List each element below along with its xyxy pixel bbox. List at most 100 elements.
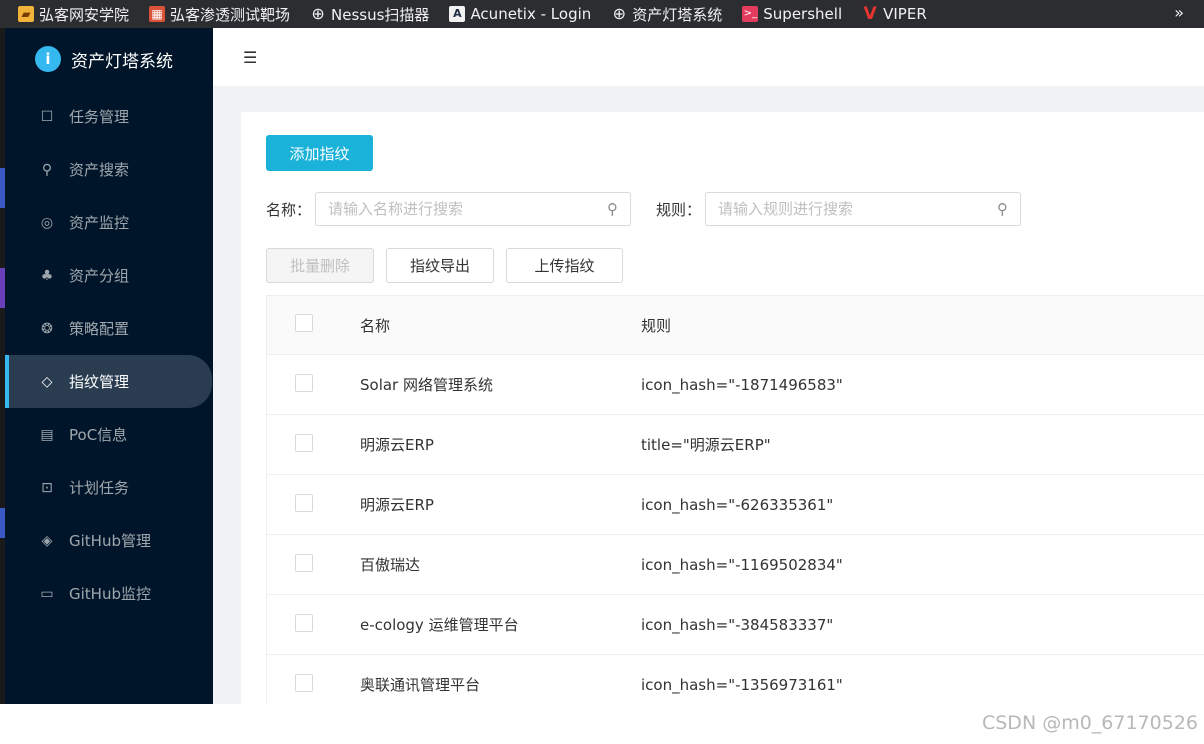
sidebar-item-asset-group[interactable]: ♣ 资产分组	[5, 249, 213, 302]
row-checkbox[interactable]	[295, 493, 313, 512]
globe-icon: ⊕	[311, 4, 325, 23]
lighthouse-icon: i	[35, 46, 61, 72]
app-title: 资产灯塔系统	[71, 51, 173, 72]
add-fingerprint-button[interactable]: 添加指纹	[266, 135, 373, 171]
sidebar-item-label: PoC信息	[69, 426, 128, 444]
sidebar-item-label: GitHub监控	[69, 585, 151, 603]
document-icon: ▤	[40, 426, 54, 443]
calendar-icon: ☐	[40, 108, 54, 125]
table-row: 明源云ERP title="明源云ERP"	[266, 415, 1204, 475]
table-row: Solar 网络管理系统 icon_hash="-1871496583"	[266, 355, 1204, 415]
row-name: 奥联通讯管理平台	[360, 676, 481, 694]
row-checkbox[interactable]	[295, 433, 313, 452]
table-header: 名称 规则	[266, 295, 1204, 355]
search-icon[interactable]: ⚲	[607, 200, 618, 218]
sidebar-item-label: GitHub管理	[69, 532, 151, 550]
bookmark-label: 资产灯塔系统	[632, 5, 723, 24]
action-row: 批量删除 指纹导出 上传指纹	[266, 248, 635, 283]
column-header-rule: 规则	[641, 316, 672, 335]
bookmark-label: 弘客网安学院	[39, 5, 130, 24]
row-name: 百傲瑞达	[360, 556, 421, 574]
app-logo[interactable]: i 资产灯塔系统	[5, 28, 213, 90]
bookmark-supershell[interactable]: >_ Supershell	[742, 5, 842, 23]
fingerprint-table: 名称 规则 Solar 网络管理系统 icon_hash="-187149658…	[266, 295, 1204, 715]
row-rule: icon_hash="-1169502834"	[641, 555, 843, 574]
bookmark-label: Supershell	[763, 5, 843, 23]
more-bookmarks-icon[interactable]: »	[1174, 3, 1184, 22]
bottom-strip: CSDN @m0_67170526	[0, 704, 1204, 744]
fingerprint-card: 添加指纹 名称： ⚲ 规则： ⚲ 批量删除 指纹导出 上传指纹	[241, 112, 1204, 715]
table-row: 明源云ERP icon_hash="-626335361"	[266, 475, 1204, 535]
red-box-icon: ▦	[149, 6, 166, 22]
folder-icon: ▰	[18, 6, 34, 22]
bookmark-label: Nessus扫描器	[331, 5, 430, 24]
row-name: Solar 网络管理系统	[360, 376, 493, 394]
sidebar-menu: ☐ 任务管理 ⚲ 资产搜索 ◎ 资产监控 ♣ 资产分组 ❂ 策略配置 ◇ 指纹管…	[5, 90, 213, 620]
rule-search-box[interactable]: ⚲	[705, 192, 1022, 226]
cluster-icon: ♣	[40, 267, 54, 284]
sidebar-item-label: 策略配置	[69, 320, 130, 338]
bookmark-lighthouse[interactable]: ⊕ 资产灯塔系统	[611, 4, 723, 25]
sidebar-item-label: 资产监控	[69, 214, 130, 232]
search-icon[interactable]: ⚲	[997, 200, 1008, 218]
upload-fingerprint-button[interactable]: 上传指纹	[506, 248, 623, 283]
search-icon: ⚲	[41, 161, 53, 178]
row-rule: icon_hash="-1356973161"	[641, 675, 843, 694]
rule-search-input[interactable]	[718, 200, 969, 218]
row-checkbox[interactable]	[295, 553, 313, 572]
sidebar-item-tasks[interactable]: ☐ 任务管理	[5, 90, 213, 143]
name-search-input[interactable]	[328, 200, 579, 218]
sidebar-item-asset-search[interactable]: ⚲ 资产搜索	[5, 143, 213, 196]
sidebar-item-asset-monitor[interactable]: ◎ 资产监控	[5, 196, 213, 249]
sidebar-item-label: 任务管理	[69, 108, 130, 126]
acunetix-icon: A	[449, 6, 466, 22]
table-row: e-cology 运维管理平台 icon_hash="-384583337"	[266, 595, 1204, 655]
top-header: ☰	[213, 28, 1204, 86]
sidebar-item-fingerprint[interactable]: ◇ 指纹管理	[5, 355, 212, 408]
bookmark-hongke-range[interactable]: ▦ 弘客渗透测试靶场	[149, 4, 290, 25]
sidebar-item-label: 资产分组	[69, 267, 130, 285]
row-checkbox[interactable]	[295, 373, 313, 392]
menu-fold-icon[interactable]: ☰	[243, 48, 257, 67]
sidebar-item-policy[interactable]: ❂ 策略配置	[5, 302, 213, 355]
bookmark-viper[interactable]: V VIPER	[862, 5, 927, 23]
export-fingerprint-button[interactable]: 指纹导出	[386, 248, 494, 283]
rule-search-label: 规则：	[656, 200, 702, 219]
viper-icon: V	[863, 4, 877, 24]
search-row: 名称： ⚲ 规则： ⚲	[266, 192, 1046, 226]
sidebar-item-label: 资产搜索	[69, 161, 130, 179]
column-header-name: 名称	[360, 316, 391, 335]
name-search-label: 名称：	[266, 200, 312, 219]
main-content: 添加指纹 名称： ⚲ 规则： ⚲ 批量删除 指纹导出 上传指纹	[213, 86, 1204, 715]
row-checkbox[interactable]	[295, 673, 313, 692]
row-name: 明源云ERP	[360, 436, 434, 454]
sidebar-item-poc[interactable]: ▤ PoC信息	[5, 408, 213, 461]
sidebar-item-label: 计划任务	[69, 479, 130, 497]
sidebar-item-github-manage[interactable]: ◈ GitHub管理	[5, 514, 213, 567]
row-rule: icon_hash="-1871496583"	[641, 375, 843, 394]
bookmark-acunetix[interactable]: A Acunetix - Login	[449, 5, 591, 23]
sidebar-item-scheduled[interactable]: ⊡ 计划任务	[5, 461, 213, 514]
table-row: 百傲瑞达 icon_hash="-1169502834"	[266, 535, 1204, 595]
sidebar: i 资产灯塔系统 ☐ 任务管理 ⚲ 资产搜索 ◎ 资产监控 ♣ 资产分组 ❂ 策…	[5, 28, 213, 704]
bookmark-nessus[interactable]: ⊕ Nessus扫描器	[310, 4, 429, 25]
row-name: e-cology 运维管理平台	[360, 616, 519, 634]
bookmarks-bar: ▰ 弘客网安学院 ▦ 弘客渗透测试靶场 ⊕ Nessus扫描器 A Acunet…	[0, 0, 1204, 28]
bookmark-label: Acunetix - Login	[470, 5, 592, 23]
batch-delete-button[interactable]: 批量删除	[266, 248, 374, 283]
globe-icon: ⊕	[612, 4, 626, 23]
row-name: 明源云ERP	[360, 496, 434, 514]
select-all-checkbox[interactable]	[295, 314, 313, 332]
row-checkbox[interactable]	[295, 613, 313, 632]
bookmark-hongke-academy[interactable]: ▰ 弘客网安学院	[18, 4, 129, 25]
row-rule: icon_hash="-626335361"	[641, 495, 834, 514]
row-rule: title="明源云ERP"	[641, 436, 771, 454]
screenshot-root: { "bookmarks": { "items": [ {"label": "弘…	[0, 0, 1204, 744]
name-search-box[interactable]: ⚲	[315, 192, 632, 226]
laptop-icon: ▭	[40, 585, 54, 602]
watermark: CSDN @m0_67170526	[981, 712, 1198, 734]
terminal-icon: >_	[742, 6, 759, 22]
sidebar-item-github-monitor[interactable]: ▭ GitHub监控	[5, 567, 213, 620]
monitor-icon: ◎	[40, 214, 54, 231]
bookmark-label: VIPER	[883, 5, 927, 23]
